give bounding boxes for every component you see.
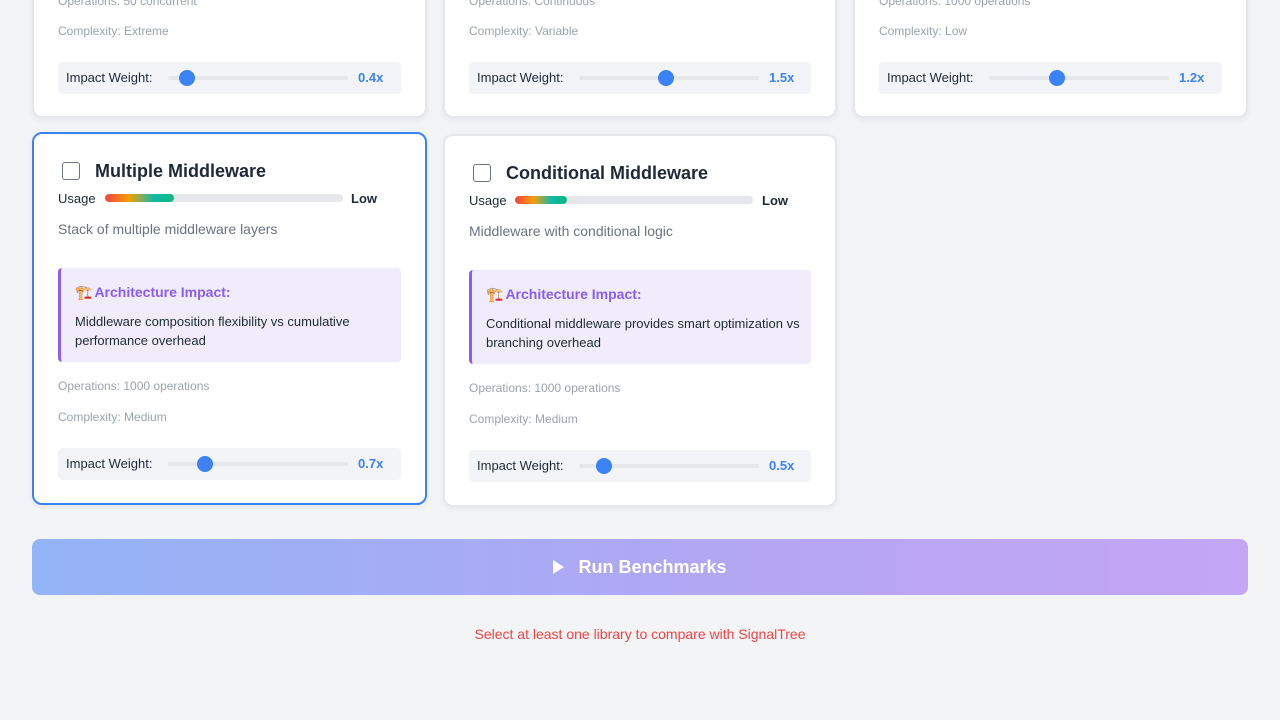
impact-weight-row: Impact Weight: 0.7x <box>58 448 401 480</box>
library-card-top-2[interactable]: Operations: Continuous Complexity: Varia… <box>443 0 837 118</box>
slider-thumb[interactable] <box>178 70 195 86</box>
card-operations: Operations: 1000 operations <box>879 0 1031 8</box>
impact-weight-slider[interactable] <box>579 458 759 474</box>
card-operations: Operations: Continuous <box>469 0 596 8</box>
impact-weight-label: Impact Weight: <box>887 70 974 85</box>
card-operations: Operations: 50 concurrent <box>58 0 197 8</box>
library-card-top-3[interactable]: Operations: 1000 operations Complexity: … <box>853 0 1248 118</box>
card-complexity: Complexity: Medium <box>58 410 167 424</box>
card-complexity: Complexity: Low <box>879 24 968 38</box>
run-benchmarks-label: Run Benchmarks <box>578 556 727 577</box>
architecture-impact-label: Architecture Impact: <box>94 284 231 300</box>
usage-label: Usage <box>58 191 96 206</box>
library-checkbox[interactable] <box>62 162 80 180</box>
impact-weight-label: Impact Weight: <box>66 456 153 471</box>
architecture-impact-title: 🏗️ Architecture Impact: <box>486 286 642 303</box>
construction-crane-icon: 🏗️ <box>75 284 93 300</box>
usage-bar <box>515 196 753 204</box>
impact-weight-value: 1.2x <box>1179 70 1205 85</box>
card-operations: Operations: 1000 operations <box>469 381 621 395</box>
construction-crane-icon: 🏗️ <box>486 286 504 302</box>
library-checkbox[interactable] <box>473 164 491 182</box>
usage-level: Low <box>762 193 788 208</box>
usage-label: Usage <box>469 193 507 208</box>
impact-weight-value: 1.5x <box>769 70 795 85</box>
architecture-impact-title: 🏗️ Architecture Impact: <box>75 284 231 301</box>
card-complexity: Complexity: Extreme <box>58 24 169 38</box>
library-card-top-1[interactable]: Operations: 50 concurrent Complexity: Ex… <box>32 0 427 118</box>
slider-thumb[interactable] <box>1049 70 1066 86</box>
run-benchmarks-button[interactable]: Run Benchmarks <box>32 539 1248 595</box>
play-icon <box>553 560 565 574</box>
card-description: Stack of multiple middleware layers <box>58 221 278 237</box>
architecture-impact-label: Architecture Impact: <box>505 286 642 302</box>
slider-thumb[interactable] <box>595 458 612 474</box>
impact-weight-value: 0.5x <box>769 458 795 473</box>
card-complexity: Complexity: Medium <box>469 412 578 426</box>
card-description: Middleware with conditional logic <box>469 223 673 239</box>
impact-weight-label: Impact Weight: <box>477 458 564 473</box>
card-title: Multiple Middleware <box>95 161 267 181</box>
impact-weight-slider[interactable] <box>579 70 759 86</box>
library-card-multiple-middleware[interactable]: Multiple Middleware Usage Low Stack of m… <box>32 132 427 505</box>
architecture-impact-box: 🏗️ Architecture Impact: Middleware compos… <box>58 268 401 362</box>
impact-weight-slider[interactable] <box>168 70 348 86</box>
usage-level: Low <box>351 191 377 206</box>
usage-bar-fill <box>515 196 568 204</box>
impact-weight-row: Impact Weight: 0.4x <box>58 62 401 94</box>
slider-thumb[interactable] <box>197 456 214 472</box>
card-operations: Operations: 1000 operations <box>58 379 210 393</box>
impact-weight-row: Impact Weight: 1.5x <box>469 62 811 94</box>
impact-weight-row: Impact Weight: 1.2x <box>879 62 1222 94</box>
impact-weight-slider[interactable] <box>168 456 348 472</box>
library-card-conditional-middleware[interactable]: Conditional Middleware Usage Low Middlew… <box>443 134 837 507</box>
architecture-impact-text: Conditional middleware provides smart op… <box>486 316 800 350</box>
impact-weight-label: Impact Weight: <box>477 70 564 85</box>
card-complexity: Complexity: Variable <box>469 24 579 38</box>
impact-weight-row: Impact Weight: 0.5x <box>469 450 811 482</box>
impact-weight-label: Impact Weight: <box>66 70 153 85</box>
selection-warning: Select at least one library to compare w… <box>474 626 806 642</box>
impact-weight-slider[interactable] <box>989 70 1169 86</box>
impact-weight-value: 0.7x <box>358 456 384 471</box>
usage-bar-fill <box>105 194 175 202</box>
slider-thumb[interactable] <box>657 70 674 86</box>
impact-weight-value: 0.4x <box>358 70 384 85</box>
usage-bar <box>105 194 343 202</box>
architecture-impact-box: 🏗️ Architecture Impact: Conditional middl… <box>469 270 811 364</box>
architecture-impact-text: Middleware composition flexibility vs cu… <box>75 314 350 348</box>
card-title: Conditional Middleware <box>506 163 709 183</box>
